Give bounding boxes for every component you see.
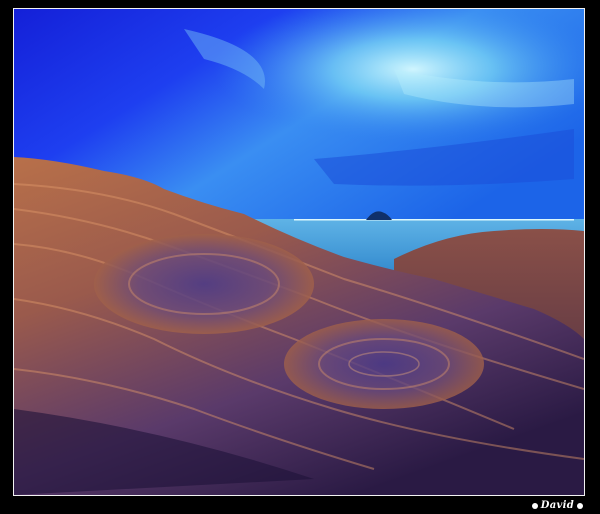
bullet-icon bbox=[577, 502, 583, 509]
rock-swirl bbox=[94, 234, 314, 334]
rock-swirl bbox=[284, 319, 484, 409]
photographer-signature: David bbox=[529, 500, 586, 511]
photo-frame bbox=[13, 8, 585, 496]
signature-text: David bbox=[540, 500, 574, 511]
landscape-photo bbox=[14, 9, 584, 495]
horizon-lights bbox=[294, 219, 574, 221]
bullet-icon bbox=[531, 502, 538, 509]
